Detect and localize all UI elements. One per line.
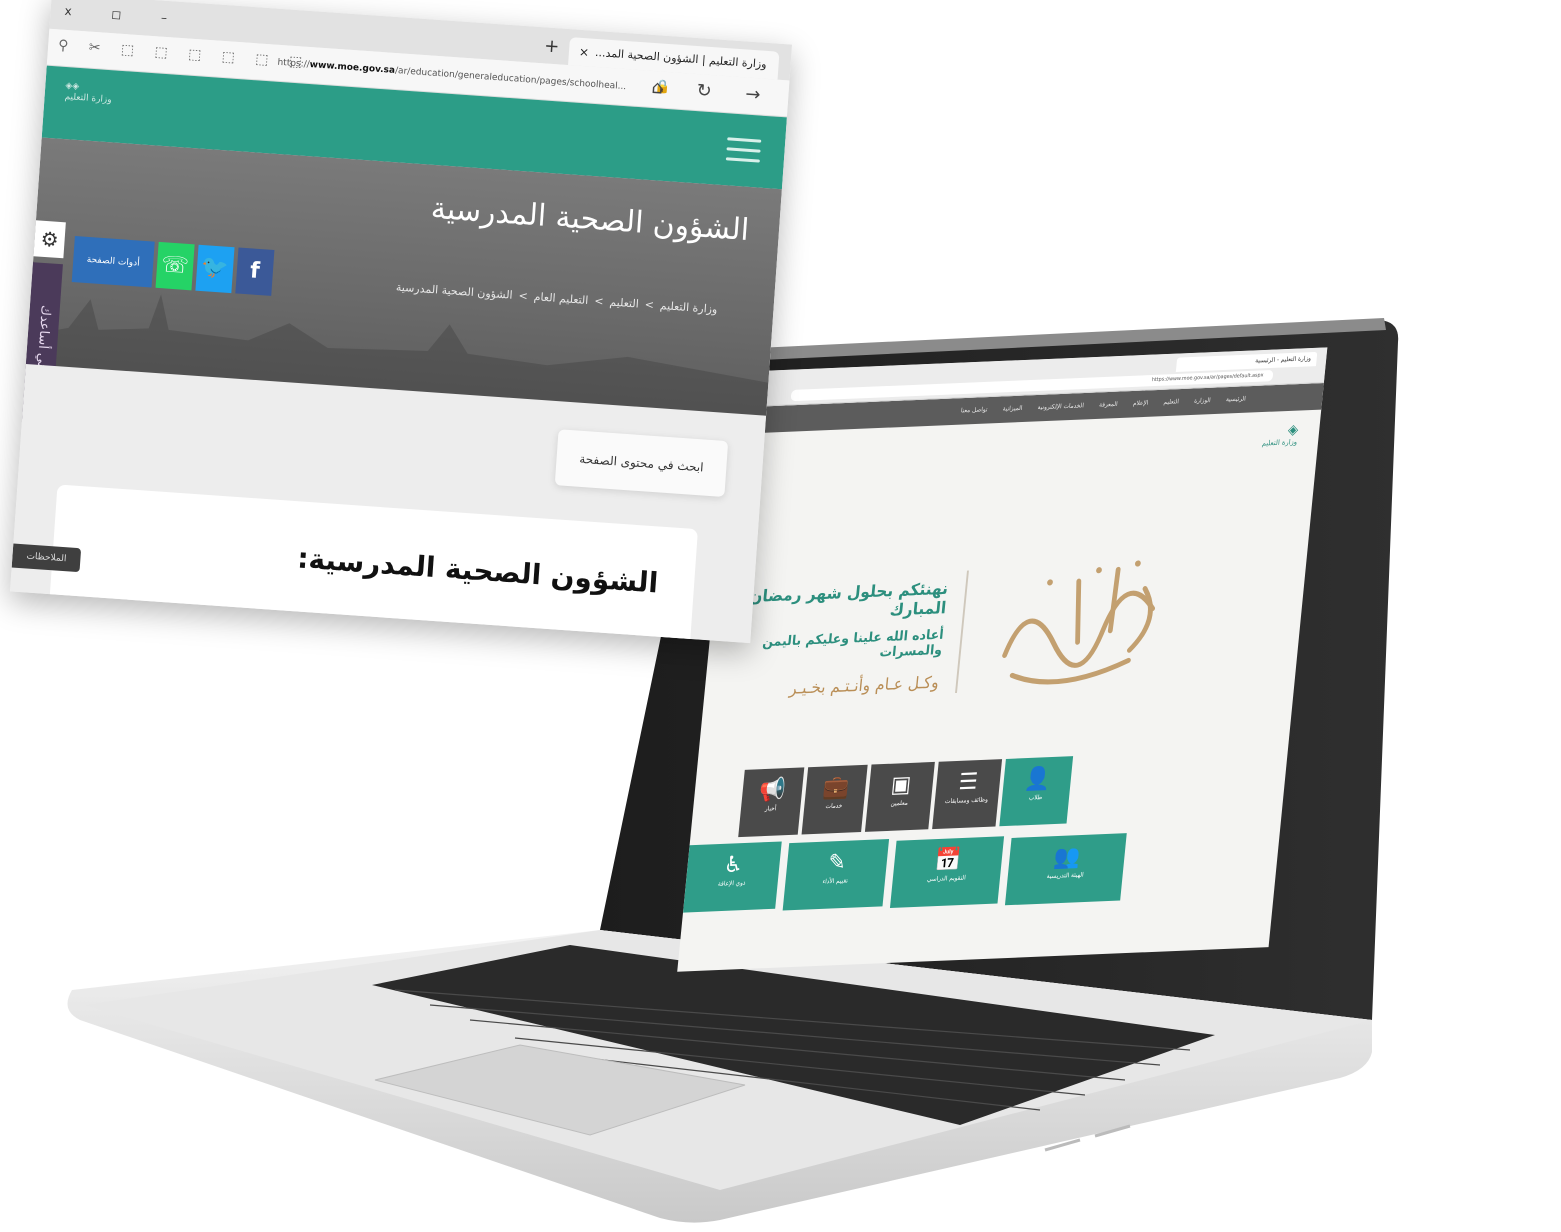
laptop-screen: وزارة التعليم - الرئيسية https://www.moe…: [677, 347, 1328, 972]
page-search-input[interactable]: ابحث في محتوى الصفحة: [554, 429, 729, 497]
tab-title: وزارة التعليم | الشؤون الصحية المد...: [594, 45, 768, 71]
nav-item[interactable]: تواصل معنا: [961, 406, 988, 414]
group-icon: 👥: [1052, 844, 1082, 871]
tile-evaluation[interactable]: ✎ تقييم الأداء: [782, 839, 890, 911]
tile-staff[interactable]: 👥 الهيئة التدريسية: [1004, 833, 1127, 906]
list-icon: ☰: [957, 769, 979, 796]
nav-item[interactable]: الرئيسية: [1226, 395, 1247, 403]
close-icon[interactable]: ×: [578, 38, 590, 67]
tile-news[interactable]: 📢 أخبار: [738, 767, 805, 838]
nav-item[interactable]: التعليم: [1163, 398, 1179, 406]
accessibility-icon: ♿: [722, 852, 745, 879]
nav-item[interactable]: الميزانية: [1002, 405, 1022, 413]
facebook-icon[interactable]: f: [235, 247, 275, 296]
tile-calendar[interactable]: 📅 التقويم الدراسي: [889, 836, 1005, 909]
front-browser-window: x ◻ – + وزارة التعليم | الشؤون الصحية ال…: [9, 0, 793, 644]
breadcrumb-item[interactable]: التعليم: [609, 296, 639, 311]
whatsapp-icon[interactable]: ☏: [155, 241, 195, 291]
url-prefix: https://: [277, 57, 311, 71]
logo-text: وزارة التعليم: [1261, 438, 1298, 448]
nav-item[interactable]: الخدمات الإلكترونية: [1037, 402, 1084, 411]
article-title: الشؤون الصحية المدرسية:: [296, 541, 660, 600]
breadcrumb-separator: >: [518, 289, 529, 303]
briefcase-icon: 💼: [821, 774, 851, 802]
breadcrumb-separator: >: [593, 294, 604, 309]
nav-item[interactable]: الإعلام: [1133, 400, 1149, 408]
tile-services[interactable]: 💼 خدمات: [801, 764, 868, 835]
laptop-browser-tab[interactable]: وزارة التعليم - الرئيسية: [1175, 351, 1318, 372]
greeting-line-3: وكـل عـام وأنـتـم بخـيـر: [788, 672, 940, 698]
teacher-board-icon: ▣: [889, 772, 913, 799]
tile-students[interactable]: 👤 طلاب: [999, 756, 1074, 827]
megaphone-icon: 📢: [758, 777, 787, 804]
menu-icon[interactable]: [725, 137, 762, 169]
url-path: /ar/education/generaleducation/pages/sch…: [394, 65, 627, 93]
page-tools-button[interactable]: أدوات الصفحة: [71, 236, 155, 288]
page-title: الشؤون الصحية المدرسية: [429, 190, 751, 249]
window-controls[interactable]: x ◻ –: [64, 4, 185, 26]
tile-disability[interactable]: ♿ ذوي الإعاقة: [683, 841, 782, 913]
greeting-divider: [955, 570, 969, 694]
nav-item[interactable]: المعرفة: [1099, 401, 1118, 409]
breadcrumb-separator: >: [644, 297, 655, 312]
nav-item[interactable]: الوزارة: [1194, 397, 1211, 405]
url-domain: www.moe.gov.sa: [309, 60, 396, 76]
ramadan-calligraphy: [1002, 560, 1156, 685]
gear-icon[interactable]: ⚙: [33, 220, 66, 259]
user-icon: 👤: [1022, 766, 1052, 793]
new-tab-button[interactable]: +: [544, 35, 561, 57]
logo-text: وزارة التعليم: [64, 92, 112, 106]
calendar-icon: 📅: [933, 847, 963, 874]
feedback-button[interactable]: الملاحظات: [11, 543, 82, 573]
twitter-icon[interactable]: 🐦: [195, 244, 235, 294]
site-logo[interactable]: ◈◈ وزارة التعليم: [64, 81, 113, 106]
laptop-site-logo[interactable]: ◈ وزارة التعليم: [1238, 422, 1299, 461]
tile-teachers[interactable]: ▣ معلمين: [864, 761, 935, 832]
tile-jobs[interactable]: ☰ وظائف ومسابقات: [932, 759, 1003, 830]
edit-document-icon: ✎: [826, 849, 848, 877]
nav-buttons[interactable]: ⌂ ↻ →: [651, 77, 775, 107]
